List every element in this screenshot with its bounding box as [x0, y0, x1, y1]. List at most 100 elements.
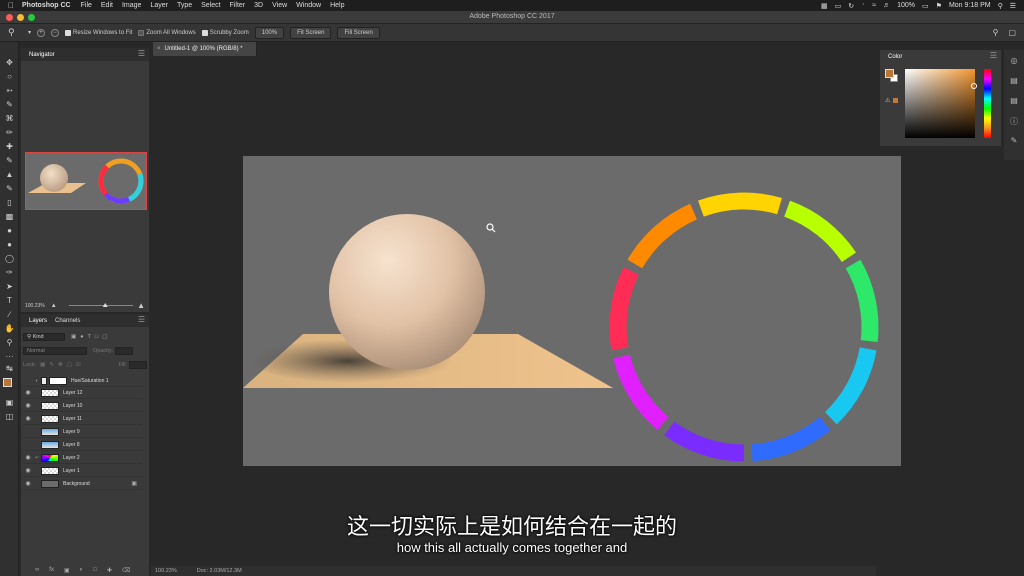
flag-icon[interactable]: ⚑ [936, 2, 942, 10]
search-icon[interactable]: ⚲ [993, 28, 999, 37]
zoom-slider-knob[interactable] [102, 303, 108, 307]
document-tab[interactable]: × Untitled-1 @ 100% (RGB/8) * [153, 42, 257, 56]
blend-mode-select[interactable]: Normal [23, 347, 87, 355]
menu-type[interactable]: Type [177, 2, 192, 9]
add-mask-icon[interactable]: ▣ [64, 567, 70, 574]
history-brush-tool-icon[interactable]: ✎ [3, 184, 16, 194]
menu-view[interactable]: View [272, 2, 287, 9]
menu-help[interactable]: Help [330, 2, 344, 9]
navigator-zoom-value[interactable]: 100.23% [25, 303, 45, 309]
foreground-color-swatch[interactable] [3, 378, 12, 387]
zoom-all-windows-checkbox[interactable]: Zoom All Windows [138, 29, 196, 36]
zoom-tool-side-icon[interactable]: ⚲ [3, 338, 16, 348]
eye-icon[interactable]: ◉ [23, 389, 33, 396]
trash-icon[interactable]: ⌫ [122, 567, 130, 574]
history-panel-icon[interactable]: ▤ [1009, 76, 1019, 85]
timemachine-icon[interactable]: ↻ [848, 2, 854, 10]
layer-row[interactable]: ◉ Layer 1 [23, 465, 143, 477]
eye-icon[interactable]: ◉ [23, 415, 33, 422]
menu-window[interactable]: Window [296, 2, 321, 9]
menu-3d[interactable]: 3D [254, 2, 263, 9]
status-zoom[interactable]: 100.23% [155, 568, 177, 574]
hand-tool-icon[interactable]: ✋ [3, 324, 16, 334]
status-doc-size[interactable]: Doc: 2.03M/12.3M [197, 568, 242, 574]
layer-row[interactable]: ◉ Layer 10 [23, 400, 143, 412]
opacity-input[interactable] [115, 347, 134, 355]
adjustments-panel-icon[interactable]: ▤ [1009, 96, 1019, 105]
bluetooth-icon[interactable]: ᛫ [861, 2, 865, 9]
volume-icon[interactable]: ♬ [883, 2, 890, 9]
adjustment-layer-icon[interactable]: ◐ [80, 567, 84, 574]
menu-filter[interactable]: Filter [230, 2, 246, 9]
brush-tool-icon[interactable]: ✎ [3, 156, 16, 166]
layer-row[interactable]: ◉ ↵ Layer 2 [23, 452, 143, 464]
close-tab-icon[interactable]: × [157, 46, 161, 52]
menubar-clock[interactable]: Mon 9:18 PM [949, 2, 991, 9]
zoom-out-mountain-icon[interactable]: ▲ [51, 303, 57, 309]
zoom-tool-icon[interactable]: ⚲ [8, 27, 22, 38]
lasso-tool-icon[interactable]: ➳ [3, 86, 16, 96]
panel-menu-icon[interactable]: ☰ [990, 51, 997, 60]
spotlight-search-icon[interactable]: ⚲ [998, 2, 1003, 10]
layer-row[interactable]: ◉ Layer 12 [23, 387, 143, 399]
link-layers-icon[interactable]: ∞ [35, 567, 39, 574]
marquee-tool-icon[interactable]: ○ [3, 72, 16, 82]
layer-row[interactable]: Layer 9 [23, 426, 143, 438]
wifi-icon[interactable]: ≈ [872, 2, 876, 9]
gamut-warning-icon[interactable]: ⚠ [885, 97, 890, 104]
tool-presets-icon[interactable]: ✎ [1009, 136, 1019, 145]
screen-mode-icon[interactable]: ◫ [3, 412, 16, 422]
hue-slider[interactable] [984, 69, 991, 138]
eye-icon[interactable]: ◉ [23, 454, 33, 461]
eye-icon[interactable]: ◉ [23, 467, 33, 474]
menu-file[interactable]: File [81, 2, 92, 9]
apple-icon[interactable]:  [0, 1, 22, 10]
fill-input[interactable] [129, 361, 147, 369]
crop-tool-icon[interactable]: ⌘ [3, 114, 16, 124]
layer-kind-filter[interactable]: ⚲ Kind [23, 333, 65, 341]
color-panel-icon[interactable]: ◎ [1009, 56, 1019, 65]
web-safe-chip[interactable] [893, 98, 898, 103]
fit-screen-button[interactable]: Fit Screen [290, 26, 332, 39]
eye-icon[interactable]: ◉ [23, 480, 33, 487]
move-tool-icon[interactable]: ✥ [3, 58, 16, 68]
menu-select[interactable]: Select [201, 2, 220, 9]
workspace-icon[interactable]: ▢ [1008, 28, 1016, 37]
battery-icon[interactable]: ▭ [922, 2, 929, 10]
quick-mask-icon[interactable]: ▣ [3, 398, 16, 408]
new-group-icon[interactable]: □ [93, 567, 97, 574]
more-tools-icon[interactable]: ··· [3, 352, 16, 362]
status-icon[interactable]: ▦ [821, 2, 828, 10]
line-tool-icon[interactable]: ∕ [3, 310, 16, 320]
healing-brush-tool-icon[interactable]: ✚ [3, 142, 16, 152]
zoom-100-button[interactable]: 100% [254, 26, 285, 39]
layer-row[interactable]: ◐ Hue/Saturation 1 [23, 375, 143, 387]
color-picker-field[interactable] [905, 69, 977, 138]
scrubby-zoom-checkbox[interactable]: Scrubby Zoom [201, 29, 249, 36]
menu-app-name[interactable]: Photoshop CC [22, 2, 71, 9]
battery-percent[interactable]: 100% [897, 2, 915, 9]
tab-layers[interactable]: Layers [25, 318, 51, 324]
clone-stamp-tool-icon[interactable]: ▲ [3, 170, 16, 180]
zoom-in-icon[interactable]: + [37, 28, 46, 37]
foreground-color-chip[interactable] [885, 69, 894, 78]
navigator-thumbnail[interactable] [25, 152, 147, 210]
navigator-zoom-slider[interactable] [68, 303, 134, 307]
zoom-in-mountain-icon[interactable]: ▲ [137, 301, 145, 310]
new-layer-icon[interactable]: ✚ [107, 567, 112, 574]
menu-image[interactable]: Image [122, 2, 141, 9]
menu-edit[interactable]: Edit [101, 2, 113, 9]
info-panel-icon[interactable]: ⓘ [1009, 116, 1019, 127]
resize-windows-checkbox[interactable]: Resize Windows to Fit [65, 29, 132, 36]
eyedropper-tool-icon[interactable]: ✏ [3, 128, 16, 138]
swap-colors-icon[interactable]: ↹ [3, 364, 16, 374]
fill-screen-button[interactable]: Fill Screen [337, 26, 380, 39]
document-canvas[interactable] [243, 156, 901, 466]
layer-row[interactable]: ◉ Layer 11 [23, 413, 143, 425]
layer-row[interactable]: ◉ Background ▣ [23, 478, 143, 490]
filter-type-icons[interactable]: ▣●T□▢ [71, 334, 111, 340]
airplay-icon[interactable]: ▭ [835, 2, 842, 10]
sponge-tool-icon[interactable]: ◯ [3, 254, 16, 264]
tab-color[interactable]: Color [884, 54, 906, 60]
dodge-tool-icon[interactable]: ● [3, 240, 16, 250]
